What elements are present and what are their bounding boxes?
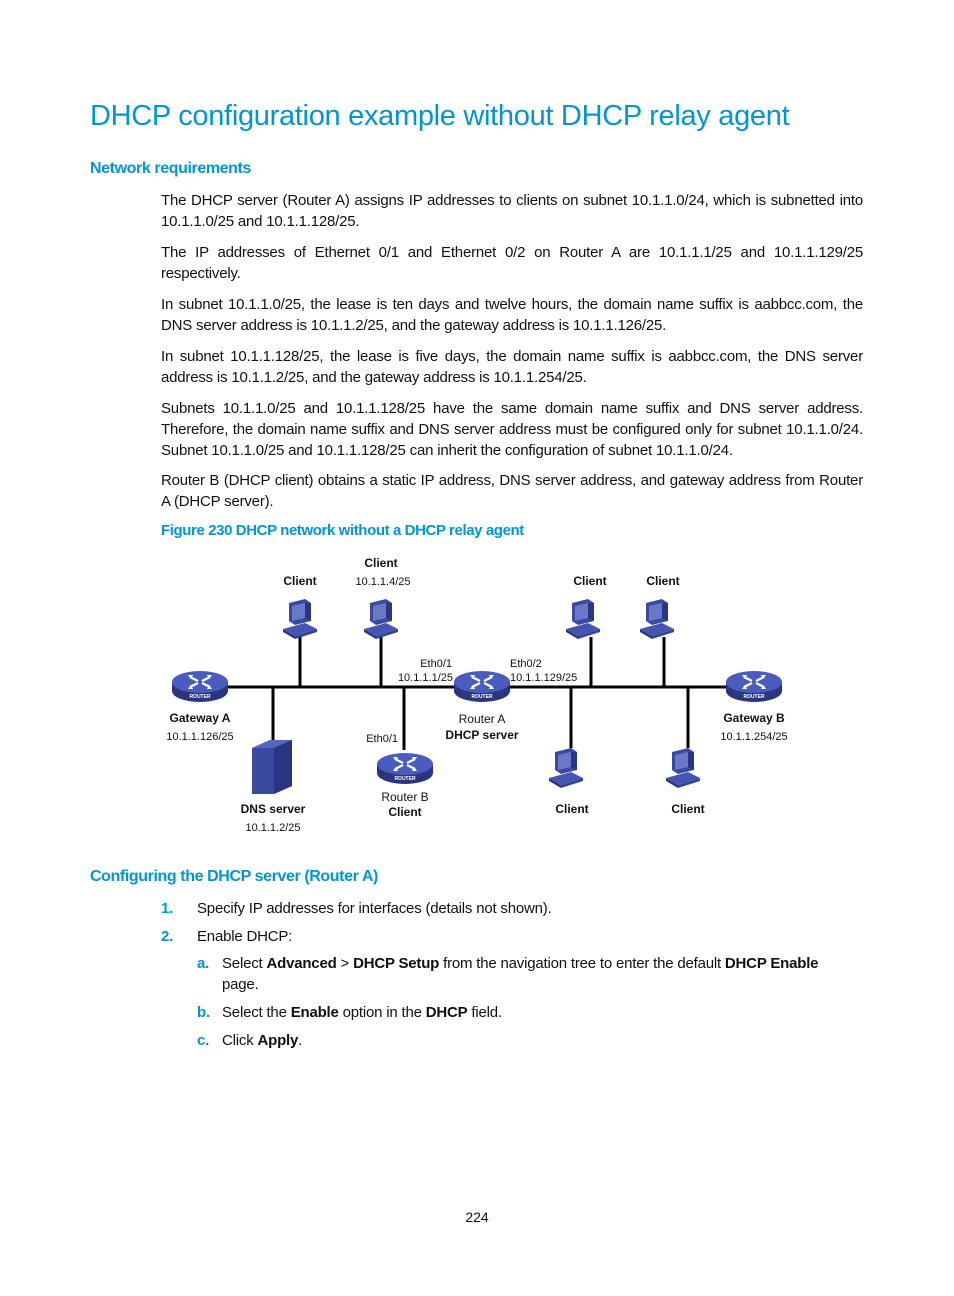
dns-server-ip: 10.1.1.2/25 <box>245 822 300 834</box>
gateway-b-router-icon <box>724 669 784 704</box>
client-label: Client <box>671 802 704 816</box>
router-a-name: Router A <box>459 712 506 726</box>
substep-text: Select Advanced > DHCP Setup from the na… <box>222 955 819 993</box>
gateway-a-label: Gateway A <box>170 711 231 725</box>
client-label: Client <box>364 556 397 570</box>
router-a-eth1-label: Eth0/1 <box>420 658 452 670</box>
client-label: Client <box>646 574 679 588</box>
gateway-a-router-icon <box>170 669 230 704</box>
page-number: 224 <box>465 1209 489 1225</box>
dns-server-icon <box>252 740 292 794</box>
client-pc-icon <box>640 599 674 639</box>
gateway-a-ip: 10.1.1.126/25 <box>166 731 233 743</box>
client-label: Client <box>573 574 606 588</box>
router-b-eth-label: Eth0/1 <box>366 733 398 745</box>
gateway-b-ip: 10.1.1.254/25 <box>720 731 787 743</box>
substep-letter: b. <box>197 1004 210 1021</box>
router-a-eth2-ip: 10.1.1.129/25 <box>510 672 577 684</box>
client-label: Client <box>283 574 316 588</box>
section-heading-configuring: Configuring the DHCP server (Router A) <box>90 868 378 885</box>
step-text: Enable DHCP: <box>197 928 293 945</box>
substep-letter: c. <box>197 1032 210 1049</box>
substep-text: Click Apply. <box>222 1032 303 1049</box>
client-pc-icon <box>364 599 398 639</box>
client-pc-icon <box>666 748 700 788</box>
client-pc-icon <box>549 748 583 788</box>
substep-letter: a. <box>197 955 210 972</box>
router-a-icon <box>452 669 512 704</box>
substep-text: Select the Enable option in the DHCP fie… <box>222 1004 502 1021</box>
router-b-icon <box>375 751 435 786</box>
router-a-role: DHCP server <box>445 728 518 742</box>
dns-server-label: DNS server <box>241 802 306 816</box>
router-b-name: Router B <box>381 790 428 804</box>
step-text: Specify IP addresses for interfaces (det… <box>197 900 552 917</box>
network-diagram: ROUTER Client Client 10.1.1.4/25 Client … <box>166 556 787 834</box>
router-a-eth1-ip: 10.1.1.1/25 <box>398 672 453 684</box>
client-label: Client <box>555 802 588 816</box>
client-pc-icon <box>566 599 600 639</box>
step-number: 1. <box>161 900 174 917</box>
router-b-role: Client <box>388 805 421 819</box>
step-number: 2. <box>161 928 174 945</box>
gateway-b-label: Gateway B <box>723 711 785 725</box>
router-a-eth2-label: Eth0/2 <box>510 658 542 670</box>
client-ip: 10.1.1.4/25 <box>355 576 410 588</box>
client-pc-icon <box>283 599 317 639</box>
